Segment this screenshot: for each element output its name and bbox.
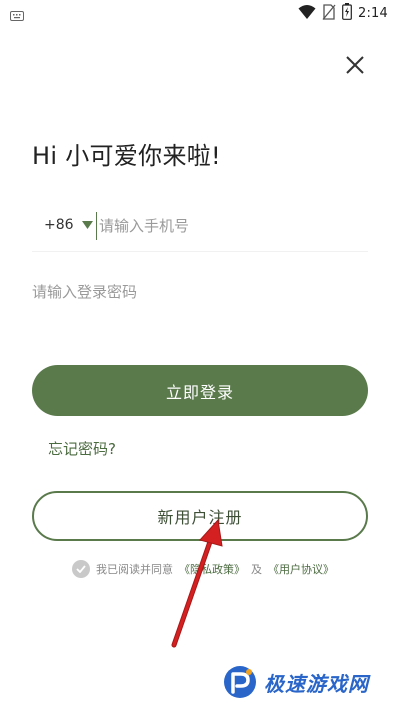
wifi-icon [298,4,316,24]
country-code-selector[interactable]: +86 [44,217,93,233]
forgot-password-link[interactable]: 忘记密码? [48,438,116,459]
privacy-policy-link[interactable]: 《隐私政策》 [179,561,245,577]
close-icon [346,56,364,74]
greeting-title: Hi 小可爱你来啦! [32,142,221,170]
no-sim-icon [322,3,336,24]
agreement-and: 及 [251,563,262,576]
agreement-prefix: 我已阅读并同意 [96,563,173,576]
close-button[interactable] [340,50,370,80]
phone-row: +86 [32,200,368,252]
watermark-text: 极速游戏网 [264,671,369,696]
password-input[interactable] [32,278,368,306]
agreement-checkbox[interactable] [72,560,90,578]
triangle-down-icon [81,221,93,229]
status-time: 2:14 [358,6,388,21]
login-button[interactable]: 立即登录 [32,365,368,416]
battery-icon [342,3,352,24]
keyboard-icon [10,6,24,25]
phone-input[interactable] [96,212,366,240]
country-code-label: +86 [44,217,74,233]
annotation-arrow [171,518,223,648]
status-bar: 2:14 [0,0,400,24]
brand-logo-icon [224,666,256,698]
user-agreement-link[interactable]: 《用户协议》 [268,561,334,577]
agreement-row: 我已阅读并同意 《隐私政策》 及 《用户协议》 [72,560,334,578]
password-row [32,268,368,314]
register-button[interactable]: 新用户注册 [32,491,368,541]
phone-divider [32,251,368,252]
watermark: 极速游戏网 [222,664,369,700]
check-icon [76,565,86,573]
